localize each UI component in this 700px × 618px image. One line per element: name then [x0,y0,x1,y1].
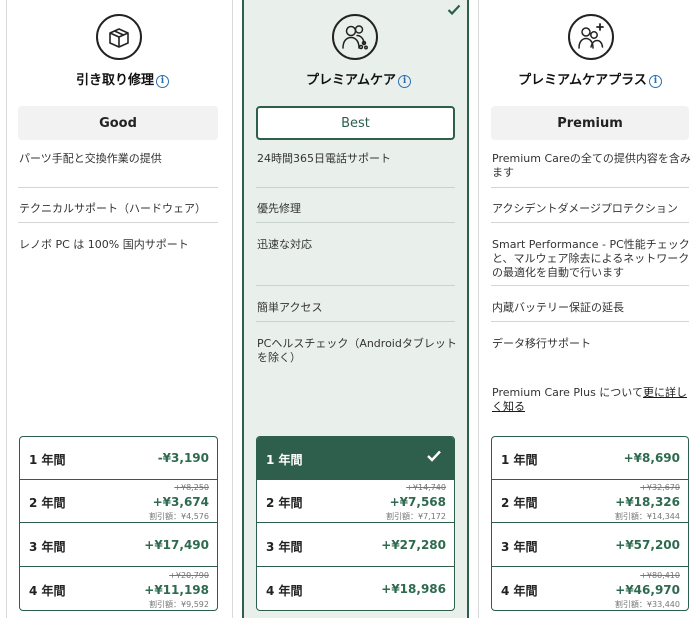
plan-card-premium-care-plus[interactable]: プレミアムケアプラス i Premium Premium Careの全ての提供内容… [478,0,700,618]
price-option-1-year-selected[interactable]: 1 年間 [257,437,454,480]
check-icon [427,450,441,462]
price-option-3-year[interactable]: 3 年間 +¥57,200 [492,524,688,567]
feature-item: 内蔵バッテリー保証の延長 [492,301,624,314]
original-price: +¥80,410 [640,571,680,580]
discount-amount: 割引額：¥9,592 [149,600,209,609]
info-icon[interactable]: i [398,75,412,88]
discount-amount: 割引額：¥4,576 [149,512,209,521]
price-option-2-year[interactable]: 2 年間 +¥8,250 +¥3,674 割引額：¥4,576 [20,480,217,523]
selected-check-icon [447,4,461,16]
original-price: +¥32,670 [640,483,680,492]
feature-item: パーツ手配と交換作業の提供 [19,152,162,165]
more-info-text: Premium Care Plus について更に詳しく知る [492,386,687,413]
original-price: +¥20,790 [169,571,209,580]
original-price: +¥8,250 [174,483,209,492]
price-option-1-year[interactable]: 1 年間 +¥8,690 [492,437,688,480]
tier-premium-button[interactable]: Premium [491,106,689,140]
plan-card-premium-care[interactable]: プレミアムケア i Best 24時間365日電話サポート 優先修理 迅速な対応 … [242,0,469,618]
price-option-2-year[interactable]: 2 年間 +¥14,740 +¥7,568 割引額：¥7,172 [257,480,454,523]
price-option-2-year[interactable]: 2 年間 +¥32,670 +¥18,326 割引額：¥14,344 [492,480,688,523]
info-icon[interactable]: i [156,75,169,88]
feature-divider [18,187,218,188]
repair-box-icon [96,14,142,60]
plan-title: 引き取り修理 i [0,69,233,88]
feature-divider [491,222,689,223]
price-options: 1 年間 -¥3,190 2 年間 +¥8,250 +¥3,674 割引額：¥4… [19,436,218,611]
price-options: 1 年間 +¥8,690 2 年間 +¥32,670 +¥18,326 割引額：… [491,436,689,611]
price-option-4-year[interactable]: 4 年間 +¥20,790 +¥11,198 割引額：¥9,592 [20,568,217,610]
feature-item: 簡単アクセス [257,301,323,314]
price-option-4-year[interactable]: 4 年間 +¥18,986 [257,568,454,610]
plan-title: プレミアムケア i [244,69,467,88]
price-option-3-year[interactable]: 3 年間 +¥27,280 [257,524,454,567]
people-group-icon [332,14,378,60]
price-option-1-year[interactable]: 1 年間 -¥3,190 [20,437,217,480]
feature-item: レノボ PC は 100% 国内サポート [19,238,189,251]
feature-divider [256,187,455,188]
feature-item: 24時間365日電話サポート [257,152,391,165]
feature-divider [256,222,455,223]
feature-item: 迅速な対応 [257,238,312,251]
feature-item: PCヘルスチェック（Androidタブレットを除く） [257,337,457,364]
original-price: +¥14,740 [406,483,446,492]
price-options: 1 年間 2 年間 +¥14,740 +¥7,568 割引額：¥7,172 3 … [256,436,455,611]
feature-item: 優先修理 [257,202,301,215]
price-option-4-year[interactable]: 4 年間 +¥80,410 +¥46,970 割引額：¥33,440 [492,568,688,610]
plan-card-pickup-repair[interactable]: 引き取り修理 i Good パーツ手配と交換作業の提供 テクニカルサポート（ハード… [0,0,233,618]
tier-best-button[interactable]: Best [256,106,455,140]
feature-item: データ移行サポート [492,337,591,350]
feature-divider [256,285,455,286]
price-option-3-year[interactable]: 3 年間 +¥17,490 [20,524,217,567]
feature-item: Premium Careの全ての提供内容を含みます [492,152,691,179]
feature-divider [18,222,218,223]
discount-amount: 割引額：¥33,440 [614,600,680,609]
info-icon[interactable]: i [648,75,662,88]
tier-good-button[interactable]: Good [18,106,218,140]
feature-item: Smart Performance - PC性能チェックと、マルウェア除去による… [492,238,690,279]
feature-divider [491,321,689,322]
feature-divider [491,285,689,286]
feature-item: アクシデントダメージプロテクション [492,202,678,215]
feature-item: テクニカルサポート（ハードウェア） [19,202,206,215]
people-plus-icon [568,14,614,60]
plan-title: プレミアムケアプラス i [478,69,700,88]
discount-amount: 割引額：¥7,172 [386,512,446,521]
feature-divider [256,321,455,322]
discount-amount: 割引額：¥14,344 [614,512,680,521]
feature-divider [491,187,689,188]
